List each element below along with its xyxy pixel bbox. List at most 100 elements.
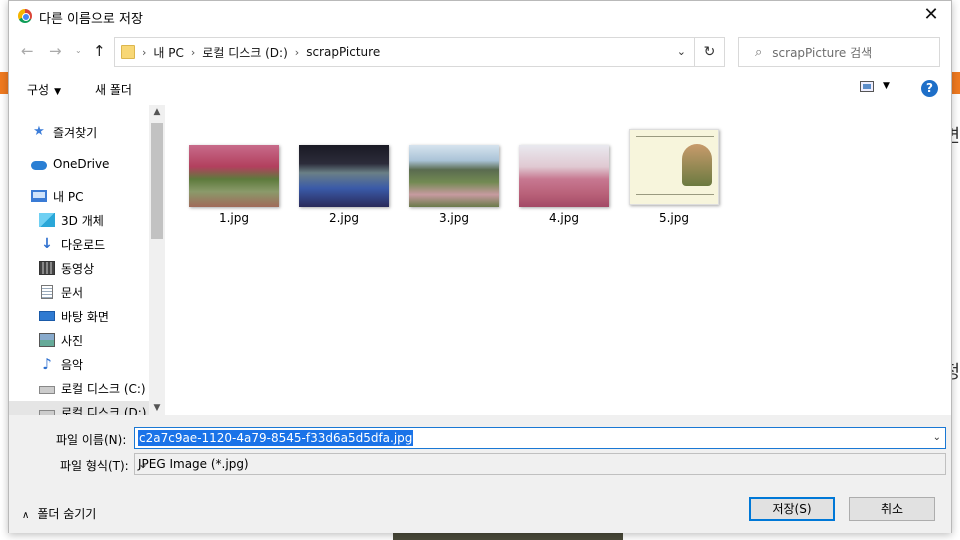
sidebar-item-this-pc[interactable]: 내 PC <box>31 185 165 207</box>
file-item[interactable]: 4.jpg <box>517 143 611 235</box>
navigation-pane-scrollbar[interactable]: ▲ ▼ <box>149 105 165 415</box>
sidebar-item-label: 다운로드 <box>61 237 106 252</box>
sidebar-item-music[interactable]: ♪ 음악 <box>39 353 165 375</box>
sidebar-item-local-disk-c[interactable]: 로컬 디스크 (C:) <box>39 377 165 399</box>
sidebar-item-onedrive[interactable]: OneDrive <box>31 153 165 175</box>
file-type-select[interactable]: JPEG Image (*.jpg) ⌄ <box>134 453 946 475</box>
view-options-icon[interactable] <box>860 81 874 92</box>
recent-locations-chevron-icon[interactable]: ⌄ <box>75 46 82 55</box>
file-type-label: 파일 형식(T): <box>60 459 129 473</box>
sidebar-item-label: 로컬 디스크 (D:) <box>61 405 147 416</box>
file-name: 3.jpg <box>438 211 470 225</box>
refresh-button[interactable]: ↻ <box>695 37 725 67</box>
folder-icon <box>121 45 135 59</box>
chevron-down-icon[interactable]: ⌄ <box>933 432 941 443</box>
sidebar-item-label: 즐겨찾기 <box>53 125 98 140</box>
breadcrumb-scrappicture[interactable]: scrapPicture <box>306 45 380 59</box>
organize-button[interactable]: 구성 ▼ <box>27 81 61 98</box>
search-icon: ⌕ <box>755 44 763 60</box>
chevron-right-icon[interactable]: › <box>295 46 299 59</box>
address-bar[interactable]: › 내 PC › 로컬 디스크 (D:) › scrapPicture ⌄ <box>114 37 695 67</box>
help-button[interactable]: ? <box>921 80 938 97</box>
back-button[interactable]: ← <box>21 42 34 60</box>
scroll-up-icon[interactable]: ▲ <box>149 107 165 117</box>
file-thumbnail <box>299 145 389 207</box>
file-name-value[interactable]: c2a7c9ae-1120-4a79-8545-f33d6a5d5dfa.jpg <box>138 430 414 446</box>
music-icon: ♪ <box>42 355 52 373</box>
cancel-button[interactable]: 취소 <box>849 497 935 521</box>
sidebar-item-label: 동영상 <box>61 261 95 276</box>
file-name: 4.jpg <box>548 211 580 225</box>
desktop-icon <box>39 311 55 321</box>
forward-button[interactable]: → <box>49 42 62 60</box>
save-as-dialog: 다른 이름으로 저장 ✕ ← → ⌄ ↑ › 내 PC › 로컬 디스크 (D:… <box>8 0 952 533</box>
file-item[interactable]: 3.jpg <box>407 143 501 235</box>
file-item[interactable]: 1.jpg <box>187 143 281 235</box>
sidebar-item-label: 사진 <box>61 333 84 348</box>
caret-down-icon[interactable]: ▼ <box>883 81 890 91</box>
poster-line <box>636 136 714 137</box>
file-list: 1.jpg 2.jpg 3.jpg 4.jpg 5.jpg <box>165 105 953 415</box>
new-folder-button[interactable]: 새 폴더 <box>95 81 132 98</box>
file-thumbnail <box>409 145 499 207</box>
sidebar-item-downloads[interactable]: ↓ 다운로드 <box>39 233 165 255</box>
computer-icon <box>31 190 47 202</box>
file-thumbnail <box>519 145 609 207</box>
cloud-icon <box>31 160 47 170</box>
sidebar-item-3d-objects[interactable]: 3D 개체 <box>39 209 165 231</box>
video-icon <box>39 261 55 275</box>
search-box[interactable]: ⌕ scrapPicture 검색 <box>738 37 940 67</box>
chevron-down-icon[interactable]: ⌄ <box>138 457 941 471</box>
save-options-panel: 파일 이름(N): c2a7c9ae-1120-4a79-8545-f33d6a… <box>9 415 951 533</box>
scroll-down-icon[interactable]: ▼ <box>149 403 165 413</box>
chevron-down-icon[interactable]: ⌄ <box>677 45 686 58</box>
sidebar-item-label: 3D 개체 <box>61 213 104 228</box>
breadcrumb-local-disk-d[interactable]: 로컬 디스크 (D:) <box>202 44 287 61</box>
command-bar: 구성 ▼ 새 폴더 ▼ ? <box>9 75 951 103</box>
caret-down-icon: ▼ <box>54 87 62 97</box>
file-item[interactable]: 2.jpg <box>297 143 391 235</box>
sidebar-item-label: 바탕 화면 <box>61 309 109 324</box>
sidebar-item-label: 로컬 디스크 (C:) <box>61 381 146 396</box>
background-photo <box>393 532 623 540</box>
poster-image <box>682 144 712 186</box>
sidebar-item-local-disk-d[interactable]: 로컬 디스크 (D:) <box>9 401 149 415</box>
close-button[interactable]: ✕ <box>917 4 945 28</box>
poster-line <box>636 194 714 195</box>
sidebar-item-videos[interactable]: 동영상 <box>39 257 165 279</box>
file-thumbnail <box>189 145 279 207</box>
drive-icon <box>39 386 55 394</box>
caret-up-icon: ∧ <box>22 510 30 521</box>
sidebar-item-desktop[interactable]: 바탕 화면 <box>39 305 165 327</box>
dialog-title: 다른 이름으로 저장 <box>39 12 143 27</box>
sidebar-item-label: 문서 <box>61 285 84 300</box>
sidebar-item-label: OneDrive <box>53 157 110 171</box>
up-button[interactable]: ↑ <box>93 42 106 60</box>
hide-folders-label: 폴더 숨기기 <box>37 507 97 521</box>
save-button[interactable]: 저장(S) <box>749 497 835 521</box>
cube-icon <box>39 213 55 227</box>
picture-icon <box>39 333 55 347</box>
file-item[interactable]: 5.jpg <box>627 127 721 235</box>
document-icon <box>41 285 53 299</box>
chevron-right-icon[interactable]: › <box>191 46 195 59</box>
sidebar-item-documents[interactable]: 문서 <box>39 281 165 303</box>
sidebar-item-quick-access[interactable]: ★ 즐겨찾기 <box>31 121 165 143</box>
file-name: 5.jpg <box>658 211 690 225</box>
navigation-pane: ★ 즐겨찾기 OneDrive 내 PC 3D 개체 ↓ 다운로드 동영상 문서 <box>9 105 165 415</box>
background-brand-bar <box>0 72 8 94</box>
search-input[interactable]: scrapPicture 검색 <box>772 44 872 61</box>
star-icon: ★ <box>33 124 45 139</box>
organize-label: 구성 <box>27 83 50 97</box>
file-thumbnail <box>629 129 719 205</box>
hide-folders-button[interactable]: ∧ 폴더 숨기기 <box>22 505 96 522</box>
breadcrumb-this-pc[interactable]: 내 PC <box>153 44 183 61</box>
file-name-field[interactable]: c2a7c9ae-1120-4a79-8545-f33d6a5d5dfa.jpg… <box>134 427 946 449</box>
download-icon: ↓ <box>41 236 53 252</box>
sidebar-item-label: 내 PC <box>53 189 84 204</box>
sidebar-item-label: 음악 <box>61 357 84 372</box>
scrollbar-thumb[interactable] <box>151 123 163 239</box>
sidebar-item-pictures[interactable]: 사진 <box>39 329 165 351</box>
file-name: 2.jpg <box>328 211 360 225</box>
chevron-right-icon[interactable]: › <box>142 46 146 59</box>
